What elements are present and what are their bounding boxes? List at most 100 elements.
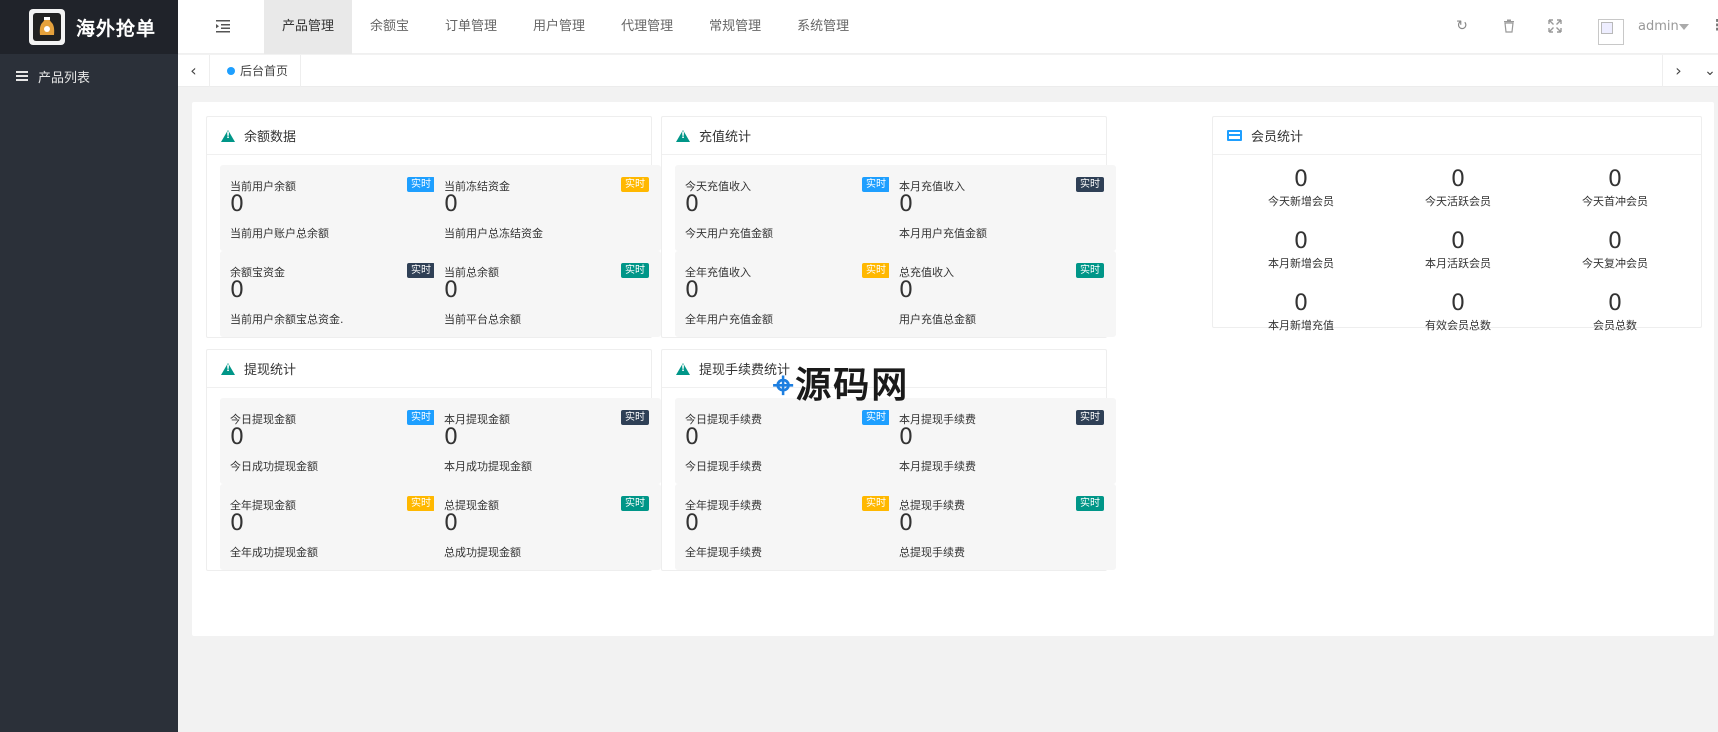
stat-description: 当前用户账户总余额 — [230, 227, 329, 240]
withdraw-stats-box: 提现统计今日提现金额实时0今日成功提现金额本月提现金额实时0本月成功提现金额全年… — [206, 349, 661, 571]
sidebar-item-product-list[interactable]: 产品列表 — [0, 54, 178, 98]
member-stat-label: 本月活跃会员 — [1425, 257, 1491, 270]
realtime-badge: 实时 — [862, 410, 890, 425]
avatar[interactable] — [1598, 19, 1624, 45]
realtime-badge: 实时 — [621, 496, 649, 511]
realtime-badge: 实时 — [862, 496, 890, 511]
member-stat-label: 今天新增会员 — [1268, 195, 1334, 208]
credit-card-icon — [1227, 130, 1242, 141]
menu-fold-icon[interactable] — [216, 19, 230, 33]
sidebar: 海外抢单 产品列表 — [0, 0, 178, 732]
stat-description: 本月提现手续费 — [899, 460, 976, 473]
stat-card: 今日提现金额 实时 0 今日成功提现金额 — [220, 398, 447, 484]
stat-value: 0 — [685, 278, 699, 303]
box-header: 充值统计 — [662, 117, 1106, 155]
stat-card: 全年充值收入 实时 0 全年用户充值金额 — [675, 251, 902, 337]
stat-card: 当前用户余额 实时 0 当前用户账户总余额 — [220, 165, 447, 251]
fullscreen-icon[interactable] — [1547, 18, 1563, 34]
member-stat-label: 今天复冲会员 — [1582, 257, 1648, 270]
stat-description: 当前用户余额宝总资金. — [230, 313, 344, 326]
tab-scroll-right-icon[interactable]: › — [1662, 55, 1694, 87]
tab-scroll-left-icon[interactable]: ‹ — [178, 55, 210, 87]
stat-value: 0 — [444, 278, 458, 303]
refresh-icon[interactable]: ↻ — [1454, 18, 1470, 34]
more-vertical-icon[interactable]: ⋮ — [1710, 16, 1718, 34]
member-stat: 0 今天首冲会员 — [1555, 167, 1675, 209]
realtime-badge: 实时 — [862, 263, 890, 278]
nav-item[interactable]: 产品管理 — [264, 0, 353, 54]
nav-item[interactable]: 余额宝 — [352, 0, 427, 54]
brand-name: 海外抢单 — [76, 17, 157, 40]
nav-item[interactable]: 代理管理 — [603, 0, 691, 54]
stat-card: 全年提现手续费 实时 0 全年提现手续费 — [675, 484, 902, 570]
logo-icon — [29, 9, 65, 45]
logo-area[interactable]: 海外抢单 — [0, 0, 178, 54]
stat-card: 总提现手续费 实时 0 总提现手续费 — [889, 484, 1116, 570]
tab-home-label: 后台首页 — [240, 64, 289, 78]
realtime-badge: 实时 — [407, 410, 435, 425]
tab-menu-chevron-down-icon[interactable]: ⌄ — [1694, 55, 1718, 87]
member-stat-value: 0 — [1608, 167, 1622, 192]
member-stat: 0 本月活跃会员 — [1398, 229, 1518, 271]
stat-value: 0 — [899, 192, 913, 217]
active-dot-icon — [227, 67, 235, 75]
box-title: 提现统计 — [244, 363, 297, 378]
realtime-badge: 实时 — [1076, 177, 1104, 192]
stat-description: 总提现手续费 — [899, 546, 965, 559]
stat-value: 0 — [899, 278, 913, 303]
stat-description: 全年用户充值金额 — [685, 313, 773, 326]
top-header: 产品管理 余额宝 订单管理 用户管理 代理管理 常规管理 系统管理 ↻ admin ⋮ — [178, 0, 1718, 54]
member-stat-label: 今天首冲会员 — [1582, 195, 1648, 208]
chevron-down-icon[interactable] — [1679, 24, 1689, 30]
top-nav: 产品管理 余额宝 订单管理 用户管理 代理管理 常规管理 系统管理 — [264, 0, 867, 54]
stat-description: 当前平台总余额 — [444, 313, 521, 326]
nav-item[interactable]: 系统管理 — [779, 0, 867, 54]
member-stat: 0 有效会员总数 — [1398, 291, 1518, 333]
trash-icon[interactable] — [1501, 18, 1517, 34]
realtime-badge: 实时 — [621, 177, 649, 192]
stat-value: 0 — [899, 511, 913, 536]
realtime-badge: 实时 — [407, 496, 435, 511]
tab-bar: ‹ 后台首页 › ⌄ — [178, 55, 1718, 87]
member-stat: 0 本月新增会员 — [1241, 229, 1361, 271]
watermark-text: ⌖源码网 — [773, 365, 910, 406]
stat-value: 0 — [685, 192, 699, 217]
stat-description: 全年提现手续费 — [685, 546, 762, 559]
box-title: 充值统计 — [699, 130, 752, 145]
warning-icon — [221, 362, 235, 375]
stat-value: 0 — [230, 192, 244, 217]
stat-description: 用户充值总金额 — [899, 313, 976, 326]
recharge-stats-box: 充值统计今天充值收入实时0今天用户充值金额本月充值收入实时0本月用户充值金额全年… — [661, 116, 1116, 338]
member-stat-value: 0 — [1608, 291, 1622, 316]
warning-icon — [676, 129, 690, 142]
balance-stats-box: 余额数据当前用户余额实时0当前用户账户总余额当前冻结资金实时0当前用户总冻结资金… — [206, 116, 661, 338]
stat-card: 本月充值收入 实时 0 本月用户充值金额 — [889, 165, 1116, 251]
box-title: 会员统计 — [1251, 130, 1304, 145]
stat-description: 今日提现手续费 — [685, 460, 762, 473]
list-icon — [16, 71, 28, 81]
member-stat: 0 今天复冲会员 — [1555, 229, 1675, 271]
tab-home[interactable]: 后台首页 — [218, 55, 302, 87]
warning-icon — [676, 362, 690, 375]
realtime-badge: 实时 — [407, 263, 435, 278]
member-stat-value: 0 — [1451, 229, 1465, 254]
stat-description: 今日成功提现金额 — [230, 460, 318, 473]
realtime-badge: 实时 — [1076, 496, 1104, 511]
nav-item[interactable]: 订单管理 — [427, 0, 515, 54]
stat-card: 全年提现金额 实时 0 全年成功提现金额 — [220, 484, 447, 570]
nav-item[interactable]: 常规管理 — [691, 0, 779, 54]
stat-value: 0 — [685, 511, 699, 536]
stat-description: 今天用户充值金额 — [685, 227, 773, 240]
member-stat-value: 0 — [1608, 229, 1622, 254]
member-stat: 0 今天活跃会员 — [1398, 167, 1518, 209]
stat-card: 总提现金额 实时 0 总成功提现金额 — [434, 484, 661, 570]
nav-item[interactable]: 用户管理 — [515, 0, 603, 54]
stat-value: 0 — [230, 511, 244, 536]
stat-card: 当前总余额 实时 0 当前平台总余额 — [434, 251, 661, 337]
stat-value: 0 — [230, 278, 244, 303]
realtime-badge: 实时 — [1076, 410, 1104, 425]
admin-username[interactable]: admin — [1638, 19, 1679, 34]
member-stat: 0 会员总数 — [1555, 291, 1675, 333]
members-stats-box: 会员统计 0 今天新增会员 0 今天活跃会员 0 今天首冲会员 0 本月新增会员 0 本月活跃会员 0… — [1212, 116, 1702, 332]
stat-description: 本月用户充值金额 — [899, 227, 987, 240]
